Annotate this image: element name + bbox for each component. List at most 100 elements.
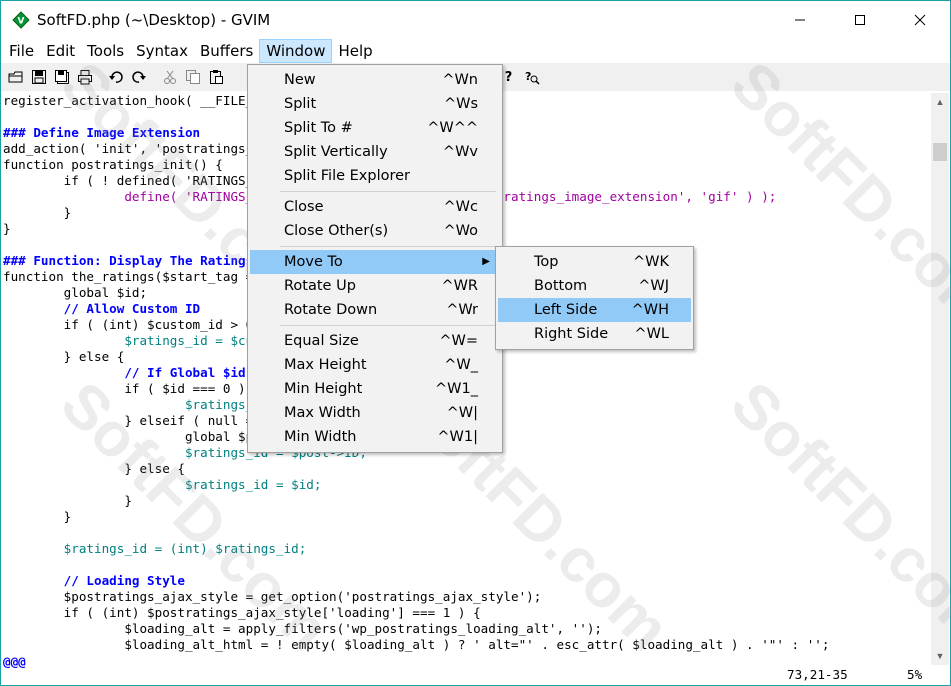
code-line: $ratings_id = $id; (3, 477, 322, 492)
svg-text:?: ? (525, 70, 531, 83)
menu-item-label: Split File Explorer (284, 168, 411, 184)
undo-icon[interactable] (105, 67, 126, 88)
menu-edit[interactable]: Edit (40, 39, 81, 63)
menu-item-close-others[interactable]: Close Other(s) ^Wo (250, 219, 500, 243)
menu-item-shortcut: ^W_ (444, 357, 478, 373)
vertical-scrollbar[interactable]: ▲ ▼ (931, 93, 949, 665)
code-line: $loading_alt_html = ! empty( $loading_al… (3, 637, 830, 652)
gvim-window: V SoftFD.php (~\Desktop) - GVIM File Edi… (0, 0, 951, 686)
scrollbar-thumb[interactable] (933, 143, 947, 161)
svg-text:V: V (18, 17, 25, 27)
menu-separator (250, 188, 500, 195)
minimize-icon (795, 19, 805, 21)
menu-item-min-width[interactable]: Min Width ^W1| (250, 425, 500, 449)
menu-item-label: Min Height (284, 381, 363, 397)
menu-item-shortcut: ^WL (634, 326, 669, 342)
menu-item-max-height[interactable]: Max Height ^W_ (250, 353, 500, 377)
menu-item-max-width[interactable]: Max Width ^W| (250, 401, 500, 425)
menu-item-right-side[interactable]: Right Side ^WL (498, 322, 691, 346)
menu-item-top[interactable]: Top ^WK (498, 250, 691, 274)
menu-window[interactable]: Window (259, 39, 333, 63)
menu-item-shortcut: ^Wc (443, 199, 478, 215)
scroll-percent: 5% (907, 667, 923, 682)
menu-item-shortcut: ^Wo (443, 223, 478, 239)
menu-item-label: Rotate Up (284, 278, 356, 294)
menu-item-shortcut: ^Wv (442, 144, 478, 160)
menu-item-new[interactable]: New ^Wn (250, 68, 500, 92)
menu-syntax[interactable]: Syntax (130, 39, 194, 63)
menu-item-label: Close (284, 199, 324, 215)
menu-item-label: Max Height (284, 357, 367, 373)
menu-item-shortcut: ^Wr (446, 302, 478, 318)
code-line: } else { (3, 461, 185, 476)
menu-item-shortcut: ^W1_ (435, 381, 478, 397)
window-controls (770, 1, 950, 39)
menu-item-label: Min Width (284, 429, 357, 445)
menu-item-shortcut: ^W1| (437, 429, 478, 445)
code-line: $postratings_ajax_style = get_option('po… (3, 589, 542, 604)
menu-item-shortcut: ^WJ (638, 278, 669, 294)
scroll-up-icon[interactable]: ▲ (931, 93, 949, 111)
menu-item-shortcut: ^Wn (442, 72, 478, 88)
code-line: } (3, 509, 72, 524)
menu-item-bottom[interactable]: Bottom ^WJ (498, 274, 691, 298)
menu-item-shortcut: ^W= (439, 333, 478, 349)
menu-separator (250, 243, 500, 250)
minimize-button[interactable] (770, 1, 830, 39)
menu-help[interactable]: Help (332, 39, 378, 63)
print-icon[interactable] (74, 67, 95, 88)
close-button[interactable] (890, 1, 950, 39)
copy-icon[interactable] (182, 67, 203, 88)
menu-item-split-file-explorer[interactable]: Split File Explorer (250, 164, 500, 188)
menu-item-shortcut: ^Ws (443, 96, 478, 112)
move-to-submenu: Top ^WK Bottom ^WJ Left Side ^WH Right Side… (495, 246, 694, 350)
code-line: $ratings_id = (int) $ratings_id; (3, 541, 307, 556)
menu-item-label: Bottom (534, 278, 588, 294)
code-line: if ( (int) $postratings_ajax_style['load… (3, 605, 481, 620)
menu-item-label: Split To # (284, 120, 353, 136)
code-line: // Loading Style (3, 573, 185, 588)
menu-item-label: Close Other(s) (284, 223, 389, 239)
menu-item-label: Max Width (284, 405, 361, 421)
menu-item-label: Move To (284, 254, 343, 270)
menu-item-shortcut: ^WK (633, 254, 669, 270)
cursor-position: 73,21-35 (787, 667, 848, 682)
menu-tools[interactable]: Tools (81, 39, 130, 63)
code-line: } (3, 493, 132, 508)
menu-item-shortcut: ^WH (631, 302, 669, 318)
open-icon[interactable] (5, 67, 26, 88)
window-menu-dropdown: New ^Wn Split ^Ws Split To # ^W^^ Split Ver… (247, 64, 503, 453)
cut-icon[interactable] (159, 67, 180, 88)
menu-item-label: Split (284, 96, 317, 112)
maximize-icon (855, 15, 865, 25)
vim-icon[interactable]: V (11, 10, 31, 30)
scroll-down-icon[interactable]: ▼ (931, 647, 949, 665)
menu-item-label: New (284, 72, 316, 88)
find-help-icon[interactable]: ? (521, 67, 542, 88)
menu-file[interactable]: File (3, 39, 40, 63)
menu-item-min-height[interactable]: Min Height ^W1_ (250, 377, 500, 401)
close-icon (914, 14, 926, 26)
menu-item-split[interactable]: Split ^Ws (250, 92, 500, 116)
menu-item-close[interactable]: Close ^Wc (250, 195, 500, 219)
menu-item-split-to[interactable]: Split To # ^W^^ (250, 116, 500, 140)
menu-item-label: Left Side (534, 302, 598, 318)
menu-item-shortcut: ^W^^ (427, 120, 478, 136)
menu-item-equal-size[interactable]: Equal Size ^W= (250, 329, 500, 353)
menu-item-shortcut: ^WR (441, 278, 478, 294)
menu-item-rotate-up[interactable]: Rotate Up ^WR (250, 274, 500, 298)
menu-item-label: Top (534, 254, 559, 270)
menu-buffers[interactable]: Buffers (194, 39, 259, 63)
maximize-button[interactable] (830, 1, 890, 39)
menu-separator (250, 322, 500, 329)
menu-item-move-to[interactable]: Move To ▶ (250, 250, 500, 274)
save-all-icon[interactable] (51, 67, 72, 88)
menu-item-split-vertically[interactable]: Split Vertically ^Wv (250, 140, 500, 164)
paste-icon[interactable] (205, 67, 226, 88)
save-icon[interactable] (28, 67, 49, 88)
menu-item-rotate-down[interactable]: Rotate Down ^Wr (250, 298, 500, 322)
redo-icon[interactable] (128, 67, 149, 88)
menu-item-left-side[interactable]: Left Side ^WH (498, 298, 691, 322)
